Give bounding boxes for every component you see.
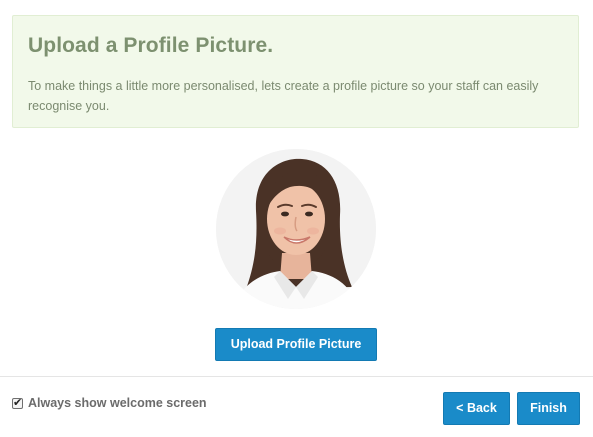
- checkmark-icon: ✔: [13, 395, 23, 409]
- always-show-welcome-toggle[interactable]: ✔ Always show welcome screen: [12, 396, 207, 410]
- footer-divider: [0, 376, 593, 377]
- page-title: Upload a Profile Picture.: [28, 34, 274, 57]
- intro-description: To make things a little more personalise…: [28, 79, 539, 113]
- upload-profile-picture-button[interactable]: Upload Profile Picture: [215, 328, 377, 361]
- welcome-page: Upload a Profile Picture. To make things…: [0, 0, 593, 437]
- always-show-welcome-label: Always show welcome screen: [28, 396, 207, 410]
- finish-button[interactable]: Finish: [517, 392, 580, 425]
- always-show-welcome-checkbox[interactable]: ✔: [12, 395, 23, 409]
- back-button[interactable]: < Back: [443, 392, 510, 425]
- profile-photo-icon: [216, 149, 376, 309]
- profile-picture: [216, 149, 376, 309]
- intro-panel: Upload a Profile Picture. To make things…: [12, 15, 579, 128]
